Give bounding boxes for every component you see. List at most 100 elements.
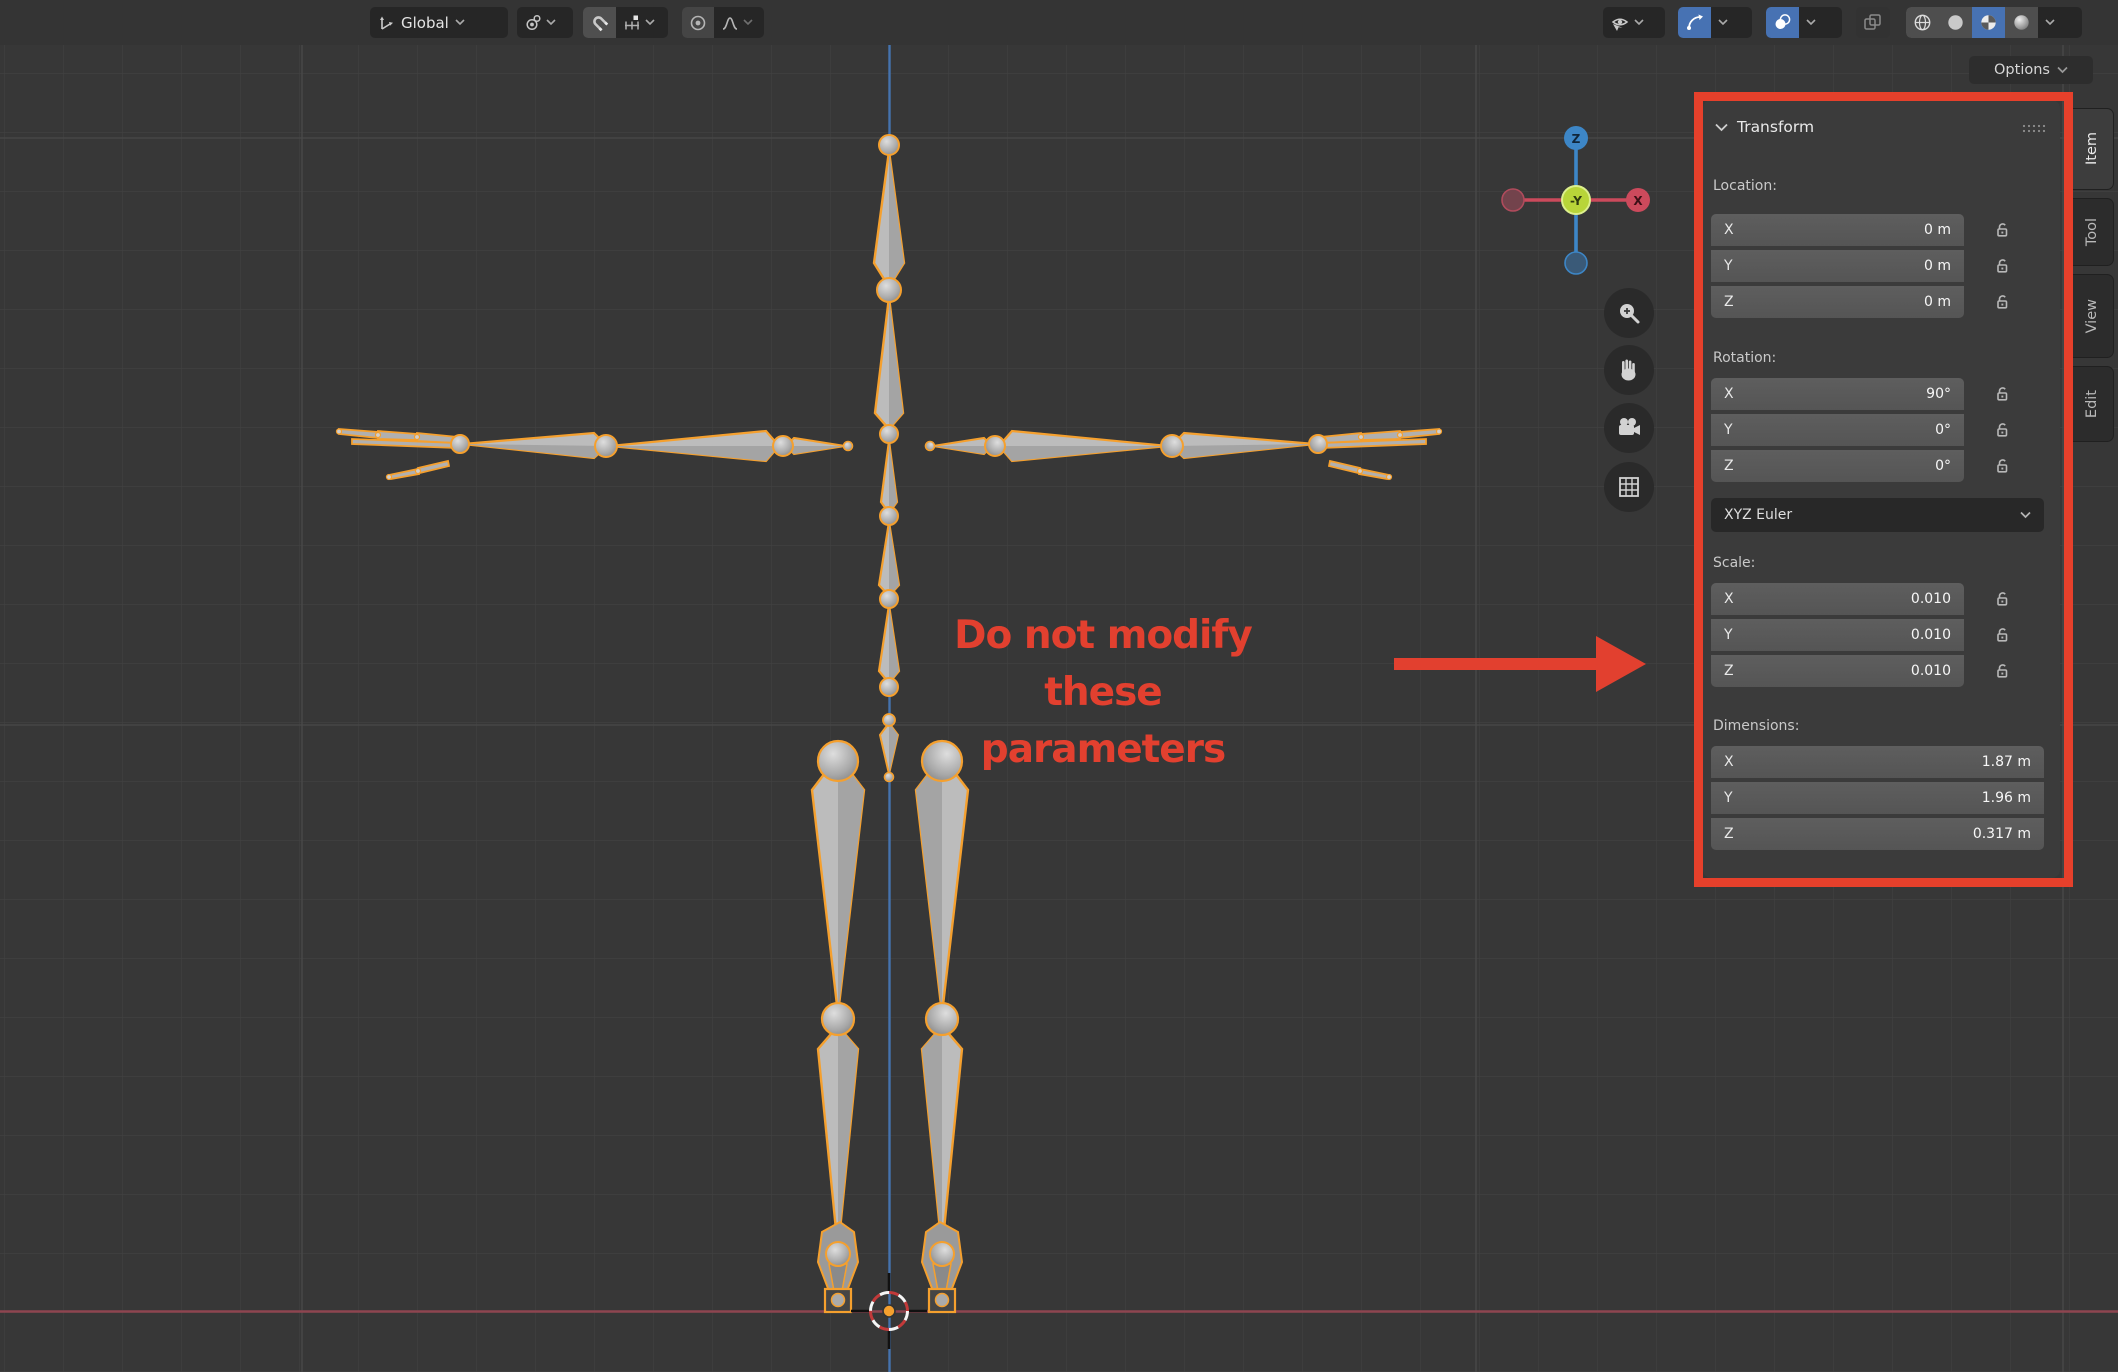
magnet-icon xyxy=(586,9,613,36)
tab-edit[interactable]: Edit xyxy=(2070,366,2114,442)
scale-x-field[interactable]: X 0.010 xyxy=(1711,583,1964,615)
chevron-down-icon xyxy=(2020,511,2031,519)
chevron-down-icon xyxy=(2057,66,2068,74)
annotation-text: Do not modify these parameters xyxy=(942,607,1264,778)
axis-label: X xyxy=(1724,754,1734,770)
snapping-group[interactable] xyxy=(583,7,668,38)
shading-dropdown[interactable] xyxy=(2038,7,2062,38)
scale-y-field[interactable]: Y 0.010 xyxy=(1711,619,1964,651)
location-y-field[interactable]: Y 0 m xyxy=(1711,250,1964,282)
snap-increment-icon xyxy=(623,14,641,32)
shading-wireframe-button[interactable] xyxy=(1906,7,1939,38)
viewport-shading-group[interactable] xyxy=(1906,7,2082,38)
rotation-x-field[interactable]: X 90° xyxy=(1711,378,1964,410)
options-button[interactable]: Options xyxy=(1969,56,2093,84)
lock-icon[interactable] xyxy=(1993,257,2013,277)
lock-icon[interactable] xyxy=(1993,457,2013,477)
overlays-dropdown[interactable] xyxy=(1799,7,1823,38)
show-overlays-toggle[interactable] xyxy=(1766,7,1799,38)
lock-icon[interactable] xyxy=(1993,221,2013,241)
orientation-axes-icon xyxy=(377,14,395,32)
camera-view-button[interactable] xyxy=(1604,403,1654,453)
gizmo-axis-x[interactable]: X xyxy=(1626,188,1650,212)
gizmos-group[interactable] xyxy=(1678,7,1752,38)
gizmo-axis-neg-z[interactable] xyxy=(1565,252,1587,274)
pivot-point-dropdown[interactable] xyxy=(517,7,573,38)
xray-icon xyxy=(1863,13,1882,32)
axis-label: Y xyxy=(1724,422,1733,438)
visibility-eye-icon xyxy=(1610,14,1630,32)
shading-material-button[interactable] xyxy=(1972,7,2005,38)
axis-label: Z xyxy=(1724,294,1734,310)
xray-toggle[interactable] xyxy=(1856,7,1890,38)
options-label: Options xyxy=(1994,62,2050,78)
show-gizmo-dropdown[interactable] xyxy=(1603,7,1665,38)
lock-icon[interactable] xyxy=(1993,590,2013,610)
rendered-sphere-icon xyxy=(2012,13,2031,32)
proportional-edit-toggle[interactable] xyxy=(682,7,714,38)
panel-drag-dots-icon[interactable] xyxy=(2022,124,2046,133)
scale-z-field[interactable]: Z 0.010 xyxy=(1711,655,1964,687)
transform-orientation-dropdown[interactable]: Global xyxy=(370,7,508,38)
shading-rendered-button[interactable] xyxy=(2005,7,2038,38)
transform-panel-header[interactable]: Transform xyxy=(1715,118,1814,136)
solid-sphere-icon xyxy=(1946,13,1965,32)
material-sphere-icon xyxy=(1979,13,1998,32)
axis-value: 0 m xyxy=(1924,294,1951,310)
chevron-down-icon xyxy=(645,19,655,26)
gizmo-axis-neg-y[interactable]: -Y xyxy=(1562,186,1590,214)
lock-icon[interactable] xyxy=(1993,662,2013,682)
axis-value: 0.317 m xyxy=(1973,826,2031,842)
axis-label: Z xyxy=(1724,663,1734,679)
gizmo-axis-neg-x[interactable] xyxy=(1502,189,1524,211)
axis-value: 1.96 m xyxy=(1982,790,2031,806)
gizmo-axis-z[interactable]: Z xyxy=(1564,126,1588,150)
gizmo-arc-icon xyxy=(1685,13,1704,32)
tab-view[interactable]: View xyxy=(2070,274,2114,358)
rotation-z-field[interactable]: Z 0° xyxy=(1711,450,1964,482)
wireframe-sphere-icon xyxy=(1913,13,1932,32)
chevron-down-icon xyxy=(743,19,753,26)
panel-title: Transform xyxy=(1737,118,1814,136)
lock-icon[interactable] xyxy=(1993,626,2013,646)
annotation-line2: these parameters xyxy=(942,664,1264,778)
axis-label: Y xyxy=(1724,790,1733,806)
toggle-ortho-button[interactable] xyxy=(1604,462,1654,512)
tab-tool[interactable]: Tool xyxy=(2070,198,2114,266)
axis-value: 0° xyxy=(1935,422,1951,438)
transform-panel: Transform Location: X 0 m Y 0 m Z 0 m Ro… xyxy=(1703,100,2060,878)
annotation-arrow-head xyxy=(1596,636,1646,692)
tab-item[interactable]: Item xyxy=(2070,108,2114,190)
axis-label: X xyxy=(1724,591,1734,607)
snap-toggle-button[interactable] xyxy=(583,7,616,38)
axis-value: 0.010 xyxy=(1911,591,1951,607)
rotation-mode-dropdown[interactable]: XYZ Euler xyxy=(1711,498,2044,532)
proportional-falloff-dropdown[interactable] xyxy=(714,7,760,38)
proportional-editing-group[interactable] xyxy=(682,7,764,38)
svg-text:Z: Z xyxy=(1572,132,1581,146)
pan-button[interactable] xyxy=(1604,345,1654,395)
chevron-down-icon xyxy=(1634,19,1644,26)
svg-text:-Y: -Y xyxy=(1570,194,1582,208)
chevron-down-icon xyxy=(455,19,465,26)
location-z-field[interactable]: Z 0 m xyxy=(1711,286,1964,318)
shading-solid-button[interactable] xyxy=(1939,7,1972,38)
lock-icon[interactable] xyxy=(1993,293,2013,313)
dimensions-x-field[interactable]: X 1.87 m xyxy=(1711,746,2044,778)
rotation-mode-value: XYZ Euler xyxy=(1724,507,1792,523)
zoom-button[interactable] xyxy=(1604,288,1654,338)
svg-text:X: X xyxy=(1633,194,1643,208)
lock-icon[interactable] xyxy=(1993,385,2013,405)
proportional-circle-icon xyxy=(689,14,707,32)
show-gizmos-toggle[interactable] xyxy=(1678,7,1711,38)
lock-icon[interactable] xyxy=(1993,421,2013,441)
overlays-group[interactable] xyxy=(1766,7,1842,38)
rotation-y-field[interactable]: Y 0° xyxy=(1711,414,1964,446)
gizmos-dropdown[interactable] xyxy=(1711,7,1735,38)
location-x-field[interactable]: X 0 m xyxy=(1711,214,1964,246)
hand-icon xyxy=(1616,357,1642,383)
snap-to-dropdown[interactable] xyxy=(616,7,662,38)
dimensions-z-field[interactable]: Z 0.317 m xyxy=(1711,818,2044,850)
dimensions-y-field[interactable]: Y 1.96 m xyxy=(1711,782,2044,814)
chevron-down-icon xyxy=(1718,19,1728,26)
